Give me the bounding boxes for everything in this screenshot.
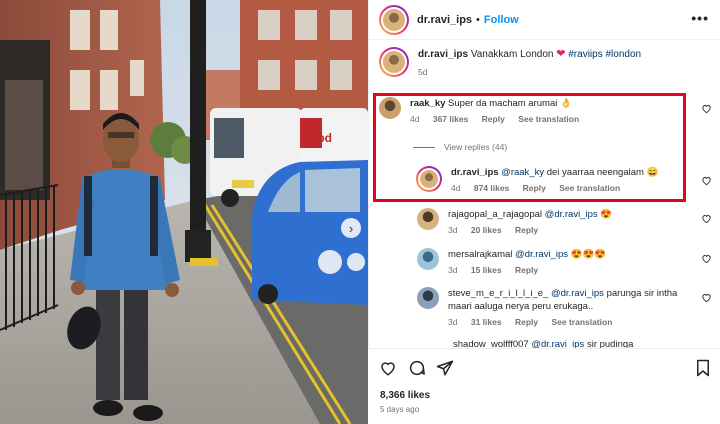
more-options-icon[interactable]: ••• <box>691 10 709 26</box>
caption-username[interactable]: dr.ravi_ips <box>418 49 468 60</box>
comment-mention[interactable]: @dr.ravi_ips <box>545 209 598 220</box>
comment-username[interactable]: rajagopal_a_rajagopal <box>448 209 542 220</box>
heart-icon[interactable] <box>701 213 712 224</box>
post-caption: dr.ravi_ips Vanakkam London ❤ #raviips #… <box>379 47 641 79</box>
comment-username[interactable]: steve_m_e_r_i_l_l_i_e_ <box>448 288 548 299</box>
comment-likes[interactable]: 367 likes <box>433 114 468 124</box>
reply-button[interactable]: Reply <box>482 114 505 124</box>
reply-username[interactable]: dr.ravi_ips <box>451 167 499 178</box>
heart-icon[interactable] <box>701 175 712 186</box>
comment-mention[interactable]: @dr.ravi_ips <box>551 288 604 299</box>
see-translation-link[interactable]: See translation <box>518 114 579 124</box>
comment-likes[interactable]: 31 likes <box>471 317 502 327</box>
author-avatar[interactable] <box>379 4 409 35</box>
bookmark-icon[interactable] <box>694 359 712 377</box>
caption-age: 5d <box>418 67 428 77</box>
reply-item: dr.ravi_ips @raak_ky dei yaarraa neengal… <box>416 166 658 195</box>
comment-item: raak_ky Super da macham arumai 👌 4d 367 … <box>379 97 590 126</box>
comment-text: 😍😍😍 <box>570 249 607 260</box>
comment-icon[interactable] <box>408 359 426 377</box>
commenter-avatar[interactable] <box>379 97 401 119</box>
comment-age: 3d <box>448 225 458 235</box>
reply-likes[interactable]: 874 likes <box>474 183 509 193</box>
comment-item: mersalrajkamal @dr.ravi_ips 😍😍😍 3d 15 li… <box>417 248 606 277</box>
reply-avatar[interactable] <box>416 166 442 192</box>
caption-text: Vanakkam London <box>470 49 554 60</box>
reply-mention[interactable]: @raak_ky <box>501 167 544 178</box>
comment-item: steve_m_e_r_i_l_l_i_e_ @dr.ravi_ips paru… <box>417 287 695 329</box>
comment-age: 4d <box>410 114 420 124</box>
street-scene-image: dpd <box>0 0 368 424</box>
see-translation-link[interactable]: See translation <box>559 183 620 193</box>
view-replies-label: View replies (44) <box>444 142 508 152</box>
heart-icon[interactable] <box>701 292 712 303</box>
reply-button[interactable]: Reply <box>523 183 546 193</box>
post-photo[interactable]: dpd › <box>0 0 368 424</box>
comment-age: 3d <box>448 317 458 327</box>
post-likes-count[interactable]: 8,366 likes <box>380 390 430 401</box>
reply-text: dei yaarraa neengalam 😄 <box>546 167 659 178</box>
post-timestamp: 5 days ago <box>380 405 420 414</box>
comment-username[interactable]: raak_ky <box>410 98 445 109</box>
commenter-avatar[interactable] <box>417 287 439 309</box>
commenter-avatar[interactable] <box>417 208 439 230</box>
comment-text: Super da macham arumai 👌 <box>448 98 572 109</box>
instagram-post-window: dpd › dr.ravi_ips • Follow ••• dr.ravi_i… <box>0 0 720 424</box>
comment-item: rajagopal_a_rajagopal @dr.ravi_ips 😍 3d … <box>417 208 612 237</box>
comment-likes[interactable]: 20 likes <box>471 225 502 235</box>
next-image-arrow[interactable]: › <box>341 218 361 238</box>
comment-mention[interactable]: @dr.ravi_ips <box>515 249 568 260</box>
share-icon[interactable] <box>436 359 454 377</box>
commenter-avatar[interactable] <box>417 248 439 270</box>
heart-icon[interactable] <box>701 253 712 264</box>
reply-button[interactable]: Reply <box>515 225 538 235</box>
van-logo-text: dpd <box>310 131 332 145</box>
see-translation-link[interactable]: See translation <box>551 317 612 327</box>
comment-username[interactable]: mersalrajkamal <box>448 249 512 260</box>
header-separator: • <box>476 13 480 26</box>
view-replies-line <box>413 146 435 148</box>
caption-hashtags[interactable]: #raviips #london <box>568 49 641 60</box>
comment-likes[interactable]: 15 likes <box>471 265 502 275</box>
like-heart-icon[interactable] <box>379 359 397 377</box>
reply-button[interactable]: Reply <box>515 317 538 327</box>
caption-avatar[interactable] <box>379 47 409 77</box>
comment-text: 😍 <box>600 209 613 220</box>
follow-button[interactable]: Follow <box>484 14 519 26</box>
view-replies-button[interactable]: View replies (44) <box>413 142 507 152</box>
reply-age: 4d <box>451 183 461 193</box>
post-header: dr.ravi_ips • Follow ••• <box>369 0 720 40</box>
heart-icon[interactable] <box>701 103 712 114</box>
post-action-bar: 8,366 likes 5 days ago <box>368 348 720 424</box>
author-username[interactable]: dr.ravi_ips <box>417 14 472 26</box>
comment-age: 3d <box>448 265 458 275</box>
red-heart-emoji: ❤ <box>556 48 566 60</box>
reply-button[interactable]: Reply <box>515 265 538 275</box>
